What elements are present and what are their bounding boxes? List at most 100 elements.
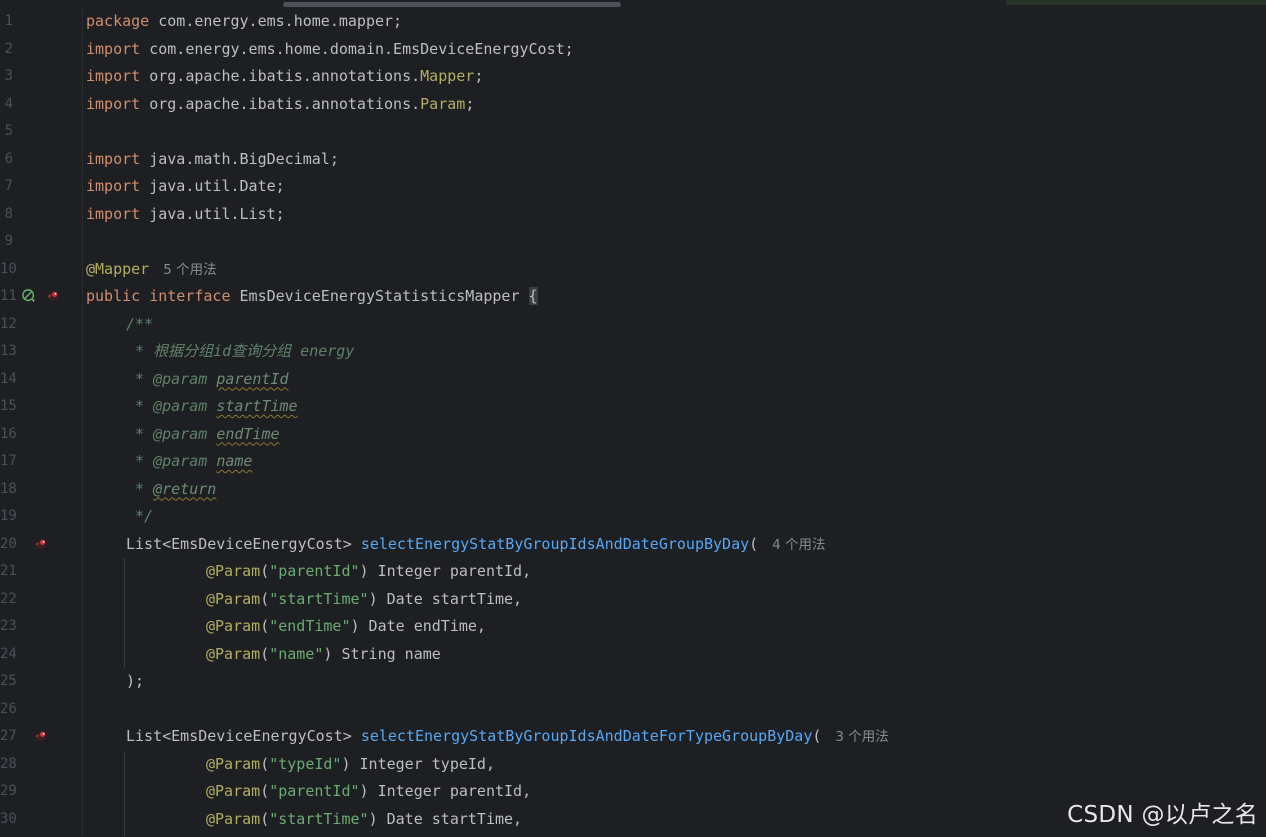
code-line[interactable]: import java.util.Date;: [86, 173, 285, 201]
line-number: 15: [0, 398, 17, 414]
code-text: ;: [465, 94, 475, 113]
code-text: (: [749, 534, 759, 553]
code-text: ) String name: [323, 644, 441, 663]
line-number: 18: [0, 480, 17, 497]
code-line[interactable]: * @param startTime: [126, 393, 298, 421]
code-text: (: [260, 589, 270, 608]
code-line[interactable]: import com.energy.ems.home.domain.EmsDev…: [86, 36, 574, 64]
code-line[interactable]: @Param("parentId") Integer parentId,: [206, 778, 531, 806]
string-literal: "parentId": [269, 562, 360, 580]
line-number: 20: [0, 535, 17, 552]
keyword: import: [86, 94, 141, 113]
keyword: public: [86, 287, 141, 305]
code-line[interactable]: import java.math.BigDecimal;: [86, 146, 339, 174]
line-number: 29: [0, 783, 17, 799]
code-line[interactable]: */: [126, 503, 153, 531]
line-number: 27: [0, 728, 17, 744]
code-text: (: [260, 782, 270, 800]
code-line[interactable]: * @param name: [126, 448, 252, 476]
code-area[interactable]: package com.energy.ems.home.mapper; impo…: [86, 8, 1266, 837]
doc-param-name: startTime: [216, 397, 298, 415]
code-text: );: [126, 672, 145, 690]
line-number: 6: [4, 150, 13, 167]
line-number: 26: [0, 700, 17, 717]
doc-comment: *: [126, 369, 154, 388]
code-line[interactable]: @Param("endTime") Date endTime,: [206, 613, 486, 641]
doc-param-name: name: [216, 452, 253, 470]
line-number: 30: [0, 810, 17, 827]
code-text: (: [812, 727, 822, 745]
annotation: @Param: [206, 562, 261, 580]
usages-inlay-hint[interactable]: 5 个用法: [163, 262, 216, 278]
mybatis-bird-icon[interactable]: [32, 537, 48, 551]
line-number: 22: [0, 590, 17, 607]
method-name: selectEnergyStatByGroupIdsAndDateForType…: [360, 727, 813, 745]
code-line[interactable]: @Param("parentId") Integer parentId,: [206, 558, 531, 586]
doc-tag: @param: [153, 424, 208, 443]
gutter-divider: [82, 8, 83, 837]
code-line[interactable]: @Mapper 5 个用法: [86, 256, 217, 284]
horizontal-scrollbar[interactable]: [0, 0, 1266, 8]
line-number: 23: [0, 618, 17, 634]
no-bean-icon[interactable]: [21, 289, 37, 303]
annotation: @Param: [206, 589, 261, 608]
code-line[interactable]: /**: [126, 311, 153, 339]
code-text: ;: [474, 67, 484, 85]
code-line[interactable]: @Param("typeId") Integer typeId,: [206, 751, 495, 779]
line-number: 12: [0, 315, 17, 332]
keyword: import: [86, 149, 141, 168]
code-line[interactable]: @Param("startTime") Date startTime,: [206, 586, 522, 614]
line-number: 4: [4, 95, 13, 112]
code-text: com.energy.ems.home.mapper;: [149, 12, 403, 30]
line-number: 19: [0, 508, 17, 524]
code-line[interactable]: public interface EmsDeviceEnergyStatisti…: [86, 283, 538, 311]
code-line[interactable]: import java.util.List;: [86, 201, 285, 229]
code-line[interactable]: @Param("startTime") Date startTime,: [206, 806, 522, 834]
string-literal: "endTime": [269, 617, 351, 635]
error-stripe-marker: [1006, 0, 1266, 5]
code-line[interactable]: * @param parentId: [126, 366, 289, 394]
string-literal: "parentId": [269, 782, 360, 800]
code-line[interactable]: * 根据分组id查询分组 energy: [126, 338, 354, 366]
string-literal: "name": [269, 644, 324, 663]
matched-brace: {: [528, 287, 538, 305]
code-text: (: [260, 754, 270, 773]
usages-inlay-hint[interactable]: 3 个用法: [835, 729, 888, 745]
line-number: 28: [0, 755, 17, 772]
usages-inlay-hint[interactable]: 4 个用法: [772, 537, 825, 553]
code-line[interactable]: * @param endTime: [126, 421, 280, 449]
line-number: 25: [0, 673, 17, 689]
string-literal: "startTime": [269, 809, 369, 828]
annotation-name: Param: [420, 94, 466, 113]
string-literal: "typeId": [269, 754, 342, 773]
code-line[interactable]: @Param("name") String name: [206, 641, 441, 669]
horizontal-scrollbar-thumb[interactable]: [283, 2, 621, 7]
code-line[interactable]: import org.apache.ibatis.annotations.Par…: [86, 91, 474, 119]
line-number: 7: [4, 178, 13, 194]
line-number: 9: [4, 233, 13, 249]
annotation: @Param: [206, 754, 261, 773]
doc-comment: *: [126, 397, 154, 415]
string-literal: "startTime": [269, 589, 369, 608]
line-number: 21: [0, 563, 17, 579]
code-text: com.energy.ems.home.domain.EmsDeviceEner…: [140, 39, 574, 58]
code-line[interactable]: List<EmsDeviceEnergyCost> selectEnergySt…: [126, 531, 826, 559]
editor-gutter[interactable]: 1 2 3 4 5 6 7 8 9 10 11 12 13 14 15 16 1…: [0, 8, 82, 837]
annotation: @Param: [206, 809, 261, 828]
code-text: ) Integer parentId,: [359, 562, 532, 580]
line-number: 11: [0, 288, 17, 304]
method-name: selectEnergyStatByGroupIdsAndDateGroupBy…: [360, 534, 750, 553]
annotation: @Param: [206, 782, 261, 800]
mybatis-bird-icon[interactable]: [44, 289, 60, 303]
doc-comment: *: [126, 452, 154, 470]
code-line[interactable]: package com.energy.ems.home.mapper;: [86, 8, 402, 36]
code-editor[interactable]: 1 2 3 4 5 6 7 8 9 10 11 12 13 14 15 16 1…: [0, 0, 1266, 837]
code-line[interactable]: List<EmsDeviceEnergyCost> selectEnergySt…: [126, 723, 889, 751]
code-line[interactable]: * @return: [126, 476, 216, 504]
annotation: @Mapper: [86, 259, 150, 278]
mybatis-bird-icon[interactable]: [32, 729, 48, 743]
code-line[interactable]: );: [126, 668, 144, 696]
code-line[interactable]: import org.apache.ibatis.annotations.Map…: [86, 63, 483, 91]
return-type: List<EmsDeviceEnergyCost>: [126, 727, 361, 745]
code-text: org.apache.ibatis.annotations.: [140, 94, 421, 113]
